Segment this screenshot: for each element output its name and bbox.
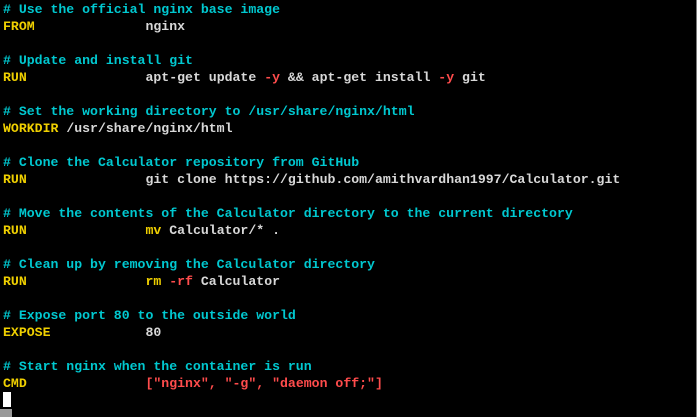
column-padding [50, 325, 145, 340]
instruction-keyword: RUN [3, 172, 27, 187]
terminal-window[interactable]: # Use the official nginx base image FROM … [0, 0, 697, 417]
comment-text: # Expose port 80 to the outside world [3, 308, 296, 323]
argument-text: Calculator/* . [161, 223, 281, 238]
argument-text: 80 [145, 325, 162, 340]
comment-text: # Clone the Calculator repository from G… [3, 155, 360, 170]
instruction-line: CMD ["nginx", "-g", "daemon off;"] [3, 375, 383, 392]
instruction-keyword: FROM [3, 19, 35, 34]
column-padding [27, 172, 146, 187]
comment-line: # Use the official nginx base image [3, 1, 280, 18]
instruction-line: RUN rm -rf Calculator [3, 273, 280, 290]
argument-text: git [454, 70, 486, 85]
comment-line: # Expose port 80 to the outside world [3, 307, 296, 324]
column-padding [27, 223, 146, 238]
instruction-keyword: RUN [3, 70, 27, 85]
comment-text: # Use the official nginx base image [3, 2, 280, 17]
instruction-line: RUN git clone https://github.com/amithva… [3, 171, 620, 188]
argument-text: && apt-get install [280, 70, 439, 85]
instruction-line: RUN mv Calculator/* . [3, 222, 280, 239]
option-flag: -y [264, 70, 281, 85]
argument-text: apt-get update [145, 70, 265, 85]
comment-text: # Move the contents of the Calculator di… [3, 206, 573, 221]
argument-text: nginx [145, 19, 186, 34]
column-padding [35, 19, 146, 34]
comment-text: # Clean up by removing the Calculator di… [3, 257, 375, 272]
scrollbar-corner [0, 409, 12, 417]
comment-line: # Start nginx when the container is run [3, 358, 312, 375]
instruction-keyword: EXPOSE [3, 325, 51, 340]
option-flag: -y [438, 70, 455, 85]
comment-line: # Move the contents of the Calculator di… [3, 205, 573, 222]
argument-text: git clone https://github.com/amithvardha… [145, 172, 621, 187]
comment-text: # Start nginx when the container is run [3, 359, 312, 374]
instruction-line: WORKDIR /usr/share/nginx/html [3, 120, 233, 137]
command-keyword: mv [145, 223, 162, 238]
text-cursor [3, 392, 11, 407]
comment-line: # Update and install git [3, 52, 193, 69]
instruction-keyword: WORKDIR [3, 121, 59, 136]
argument-text: Calculator [192, 274, 281, 289]
instruction-line: RUN apt-get update -y && apt-get install… [3, 69, 486, 86]
argument-text: /usr/share/nginx/html [58, 121, 233, 136]
instruction-keyword: RUN [3, 274, 27, 289]
instruction-line: EXPOSE 80 [3, 324, 161, 341]
column-padding [27, 70, 146, 85]
comment-line: # Clean up by removing the Calculator di… [3, 256, 375, 273]
string-literal: ["nginx", "-g", "daemon off;"] [145, 376, 383, 391]
comment-line: # Clone the Calculator repository from G… [3, 154, 359, 171]
comment-text: # Update and install git [3, 53, 193, 68]
instruction-keyword: CMD [3, 376, 27, 391]
instruction-line: FROM nginx [3, 18, 185, 35]
option-flag: -rf [169, 274, 193, 289]
command-keyword: rm [145, 274, 162, 289]
instruction-keyword: RUN [3, 223, 27, 238]
column-padding [27, 274, 146, 289]
comment-text: # Set the working directory to /usr/shar… [3, 104, 415, 119]
column-padding [27, 376, 146, 391]
comment-line: # Set the working directory to /usr/shar… [3, 103, 415, 120]
